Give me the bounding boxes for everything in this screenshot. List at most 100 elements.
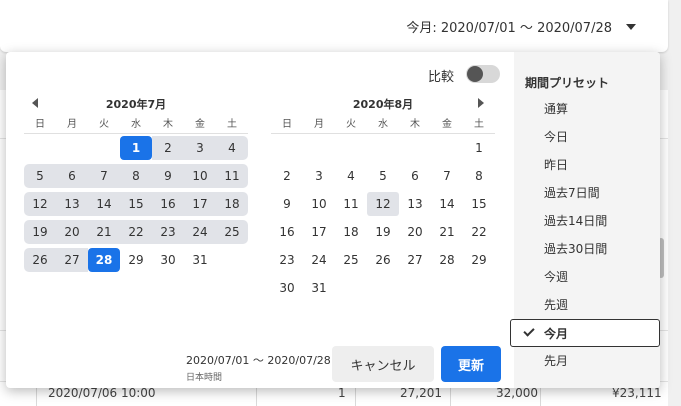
calendar-day[interactable]: 6 bbox=[56, 164, 88, 188]
preset-label: 今日 bbox=[544, 130, 569, 144]
preset-label: 今月 bbox=[544, 327, 569, 341]
preset-panel: 期間プリセット 通算今日昨日 過去7日間 過去14日間過去30日間今週 先週今月先月 bbox=[510, 52, 660, 388]
calendar-day[interactable]: 11 bbox=[335, 192, 367, 216]
calendar-day[interactable]: 6 bbox=[399, 164, 431, 188]
preset-item[interactable]: 過去7日間 bbox=[514, 179, 660, 207]
preset-item[interactable]: 過去14日間 bbox=[514, 207, 660, 235]
calendar-day[interactable]: 20 bbox=[399, 220, 431, 244]
calendar-day[interactable]: 29 bbox=[120, 248, 152, 272]
weekday-label: 月 bbox=[67, 119, 77, 130]
presets-title: 期間プリセット bbox=[525, 76, 610, 90]
calendar-day[interactable]: 23 bbox=[271, 248, 303, 272]
calendar-day[interactable]: 4 bbox=[335, 164, 367, 188]
preset-item[interactable]: 今週 bbox=[514, 263, 660, 291]
preset-item[interactable]: 先週 bbox=[514, 291, 660, 319]
empty-cell bbox=[56, 136, 88, 160]
calendar-day[interactable]: 27 bbox=[399, 248, 431, 272]
empty-cell bbox=[303, 136, 335, 160]
preset-item[interactable]: 過去30日間 bbox=[514, 235, 660, 263]
calendar-day[interactable]: 10 bbox=[303, 192, 335, 216]
calendar-day[interactable]: 24 bbox=[303, 248, 335, 272]
calendar-day[interactable]: 13 bbox=[399, 192, 431, 216]
summary-timezone: 日本時間 bbox=[186, 373, 223, 383]
calendar-day[interactable]: 15 bbox=[120, 192, 152, 216]
calendar-month-august: 2020年8月 日月火水木金土 1 2 3 4 5 6 7 8 9 10 11 12 13 14 15 16 1… bbox=[271, 96, 495, 302]
calendar-day[interactable]: 18 bbox=[335, 220, 367, 244]
calendar-day[interactable]: 21 bbox=[431, 220, 463, 244]
preset-item[interactable]: 今月 bbox=[510, 319, 660, 347]
calendar-day[interactable]: 22 bbox=[120, 220, 152, 244]
compare-toggle[interactable] bbox=[466, 65, 500, 83]
preset-item[interactable]: 通算 bbox=[514, 95, 660, 123]
calendar-day[interactable]: 14 bbox=[88, 192, 120, 216]
calendar-day[interactable]: 5 bbox=[367, 164, 399, 188]
calendar-day[interactable]: 22 bbox=[463, 220, 495, 244]
calendar-day[interactable]: 4 bbox=[216, 136, 248, 160]
calendar-day[interactable]: 1 bbox=[120, 136, 152, 160]
empty-cell bbox=[271, 136, 303, 160]
calendar-day[interactable]: 19 bbox=[24, 220, 56, 244]
date-picker-popover: 比較 2020年7月 日月火水木金土 1 2 3 4 5 6 7 8 9 10 11 12 13 14 15… bbox=[6, 52, 660, 388]
calendar-day[interactable]: 26 bbox=[24, 248, 56, 272]
calendar-day[interactable]: 30 bbox=[271, 276, 303, 300]
calendar-day[interactable]: 20 bbox=[56, 220, 88, 244]
calendar-day[interactable]: 25 bbox=[335, 248, 367, 272]
calendar-day[interactable]: 16 bbox=[152, 192, 184, 216]
calendar-week-row: 26 27 28 29 30 31 bbox=[24, 246, 248, 274]
calendar-day[interactable]: 18 bbox=[216, 192, 248, 216]
weekday-label: 月 bbox=[314, 119, 324, 130]
calendar-day[interactable]: 16 bbox=[271, 220, 303, 244]
selected-range-summary: 2020/07/01 〜 2020/07/28 日本時間 bbox=[186, 352, 331, 383]
calendar-day[interactable]: 27 bbox=[56, 248, 88, 272]
calendar-day[interactable]: 3 bbox=[184, 136, 216, 160]
calendar-day[interactable]: 29 bbox=[463, 248, 495, 272]
calendar-day[interactable]: 10 bbox=[184, 164, 216, 188]
calendar-day[interactable]: 9 bbox=[271, 192, 303, 216]
calendar-day[interactable]: 7 bbox=[88, 164, 120, 188]
preset-item[interactable]: 昨日 bbox=[514, 151, 660, 179]
caret-down-icon bbox=[626, 23, 636, 30]
calendar-day[interactable]: 25 bbox=[216, 220, 248, 244]
calendar-area: 比較 2020年7月 日月火水木金土 1 2 3 4 5 6 7 8 9 10 11 12 13 14 15… bbox=[6, 52, 514, 388]
calendar-day[interactable]: 5 bbox=[24, 164, 56, 188]
calendar-day[interactable]: 11 bbox=[216, 164, 248, 188]
month-title: 2020年8月 bbox=[352, 98, 414, 111]
calendar-day[interactable]: 1 bbox=[463, 136, 495, 160]
calendar-day[interactable]: 13 bbox=[56, 192, 88, 216]
calendar-day[interactable]: 7 bbox=[431, 164, 463, 188]
preset-label: 過去30日間 bbox=[544, 242, 608, 256]
calendar-day[interactable]: 2 bbox=[152, 136, 184, 160]
calendar-day[interactable]: 23 bbox=[152, 220, 184, 244]
calendar-day[interactable]: 28 bbox=[431, 248, 463, 272]
preset-item[interactable]: 先月 bbox=[514, 347, 660, 375]
calendar-day[interactable]: 24 bbox=[184, 220, 216, 244]
calendar-day[interactable]: 17 bbox=[303, 220, 335, 244]
empty-cell bbox=[216, 248, 248, 272]
calendar-week-row: 2345678 bbox=[271, 162, 495, 190]
calendar-day[interactable]: 26 bbox=[367, 248, 399, 272]
calendar-day[interactable]: 14 bbox=[431, 192, 463, 216]
calendar-day[interactable]: 30 bbox=[152, 248, 184, 272]
weekday-header: 日月火水木金土 bbox=[24, 118, 248, 134]
calendar-day[interactable]: 12 bbox=[24, 192, 56, 216]
calendar-day[interactable]: 12 bbox=[367, 192, 399, 216]
calendar-day[interactable]: 31 bbox=[303, 276, 335, 300]
calendar-day[interactable]: 28 bbox=[88, 248, 120, 272]
calendar-day[interactable]: 19 bbox=[367, 220, 399, 244]
cancel-button[interactable]: キャンセル bbox=[332, 346, 434, 382]
preset-label: 通算 bbox=[544, 102, 569, 116]
calendar-week-row: 19 20 21 22 23 24 25 bbox=[24, 218, 248, 246]
calendar-day[interactable]: 8 bbox=[120, 164, 152, 188]
calendar-day[interactable]: 9 bbox=[152, 164, 184, 188]
empty-cell bbox=[335, 136, 367, 160]
calendar-day[interactable]: 31 bbox=[184, 248, 216, 272]
calendar-day[interactable]: 21 bbox=[88, 220, 120, 244]
update-button[interactable]: 更新 bbox=[441, 346, 501, 382]
calendar-day[interactable]: 3 bbox=[303, 164, 335, 188]
calendar-day[interactable]: 8 bbox=[463, 164, 495, 188]
calendar-day[interactable]: 17 bbox=[184, 192, 216, 216]
calendar-day[interactable]: 2 bbox=[271, 164, 303, 188]
calendar-day[interactable]: 15 bbox=[463, 192, 495, 216]
preset-item[interactable]: 今日 bbox=[514, 123, 660, 151]
date-range-dropdown[interactable]: 今月: 2020/07/01 〜 2020/07/28 bbox=[406, 17, 636, 36]
